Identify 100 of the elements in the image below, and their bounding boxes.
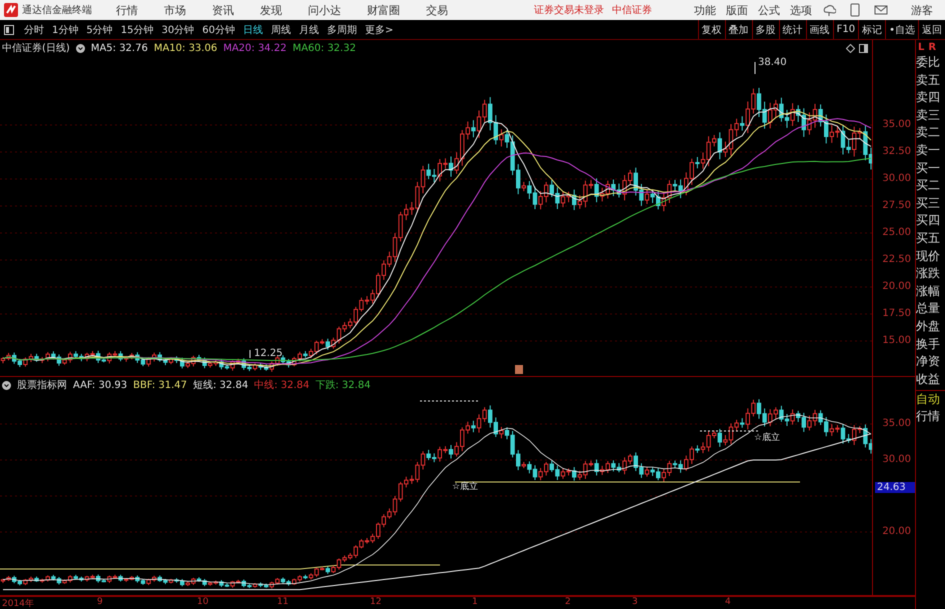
menu-item[interactable]: 交易: [426, 2, 448, 18]
signal-label: ☆底立: [452, 480, 478, 494]
phone-icon[interactable]: [848, 3, 862, 17]
menu-item[interactable]: 资讯: [212, 2, 234, 18]
quote-label: 买四: [916, 212, 941, 230]
panel-toggle[interactable]: R: [928, 42, 936, 52]
period-tab[interactable]: 5分钟: [83, 22, 116, 36]
date-label: 11: [277, 597, 288, 608]
quote-label: 涨跌: [916, 265, 941, 282]
period-tab[interactable]: 分时: [21, 22, 47, 36]
indicator-value: MA10: 33.06: [154, 42, 218, 54]
quote-label: 外盘: [916, 318, 941, 335]
menu-item[interactable]: 公式: [758, 2, 780, 18]
quote-label: 卖二: [916, 124, 941, 142]
user-name[interactable]: 游客: [911, 2, 933, 18]
date-label: 12: [370, 597, 382, 608]
menu-item[interactable]: 行情: [116, 2, 138, 18]
quote-label: 卖三: [916, 106, 941, 124]
date-label: 4: [725, 597, 731, 608]
indicator-value: 中线: 32.84: [254, 378, 310, 392]
quote-label: 卖四: [916, 89, 941, 106]
leader-line: [754, 62, 756, 74]
axis-label: 17.50: [882, 308, 911, 319]
menu-item[interactable]: 财富圈: [367, 2, 400, 18]
level-line: [700, 430, 760, 432]
signal-label: ☆底立: [754, 432, 780, 444]
date-label: 1: [472, 597, 478, 608]
marker-icon[interactable]: [515, 365, 523, 374]
cloud-icon[interactable]: [822, 3, 836, 17]
app-title: 通达信金融终端: [22, 4, 92, 17]
indicator-value: MA20: 34.22: [223, 42, 287, 54]
axis-label: 20.00: [882, 526, 911, 538]
date-label: 2: [565, 597, 571, 608]
period-tab[interactable]: 15分钟: [118, 22, 156, 36]
panel-toggle[interactable]: L: [918, 42, 924, 52]
date-label: 2014年: [2, 598, 34, 609]
axis-label: 32.50: [882, 146, 911, 157]
chart-title: 中信证券(日线): [2, 42, 70, 55]
quote-label: 现价: [916, 248, 941, 265]
quote-label: 买五: [916, 230, 941, 247]
panel-tab[interactable]: 自动: [916, 391, 945, 408]
window-icon[interactable]: [4, 24, 14, 34]
menu-item[interactable]: 发现: [260, 2, 282, 18]
period-tab[interactable]: 更多>: [362, 22, 396, 36]
axis-label: 30.00: [882, 173, 911, 184]
mail-icon[interactable]: [874, 3, 888, 17]
level-line: [420, 400, 480, 402]
indicator-value: AAF: 30.93: [73, 380, 128, 391]
quote-label: 买三: [916, 194, 941, 212]
axis-label: 15.00: [882, 335, 911, 346]
period-tab[interactable]: 多周期: [324, 22, 360, 36]
quote-label: 卖五: [916, 72, 941, 89]
axis-label: 25.00: [882, 227, 911, 238]
indicator-value: BBF: 31.47: [133, 380, 187, 391]
menu-item[interactable]: 选项: [790, 2, 812, 18]
chart-title: 股票指标网: [17, 378, 67, 392]
price-annotation: 12.25: [254, 348, 283, 359]
indicator-value: 短线: 32.84: [193, 378, 248, 392]
period-tab[interactable]: 周线: [268, 22, 294, 36]
quote-label: 买二: [916, 177, 941, 194]
indicator-value: MA60: 32.32: [292, 42, 356, 54]
date-label: 10: [197, 597, 208, 608]
quote-label: 净资: [916, 353, 941, 370]
menu-item[interactable]: 市场: [164, 2, 186, 18]
price-annotation: 38.40: [758, 57, 787, 68]
panel-icon[interactable]: [859, 44, 868, 53]
menu-item[interactable]: 版面: [726, 2, 748, 18]
indicator-value: MA5: 32.76: [90, 42, 148, 54]
axis-label: 27.50: [882, 200, 911, 211]
logo-icon: [4, 3, 18, 17]
date-label: 9: [97, 597, 103, 608]
axis-label: 35.00: [882, 418, 911, 430]
login-status[interactable]: 证券交易未登录: [534, 3, 604, 17]
current-value: 24.63: [875, 482, 915, 494]
quote-label: 换手: [916, 336, 941, 352]
period-tab[interactable]: 60分钟: [199, 22, 238, 36]
indicator-value: 下跌: 32.84: [315, 378, 371, 392]
axis-label: 22.50: [882, 254, 911, 265]
quote-label: 涨幅: [916, 282, 941, 300]
period-tab[interactable]: 1分钟: [49, 22, 82, 36]
axis-label: 20.00: [882, 281, 911, 292]
period-tab[interactable]: 30分钟: [158, 22, 198, 36]
quote-label: 收益: [916, 370, 941, 388]
broker-name: 中信证券: [612, 4, 652, 17]
period-tab[interactable]: 月线: [296, 22, 322, 36]
quote-label: 买一: [916, 160, 941, 177]
settings-icon[interactable]: [2, 380, 11, 390]
axis-label: 35.00: [882, 119, 911, 130]
menu-item[interactable]: 问小达: [308, 2, 341, 18]
quote-label: 总量: [916, 300, 941, 318]
date-label: 3: [632, 597, 638, 608]
diamond-icon[interactable]: [846, 44, 855, 53]
quote-label: 卖一: [916, 142, 941, 159]
panel-tab[interactable]: 行情: [916, 408, 945, 426]
axis-label: 30.00: [882, 454, 911, 466]
menu-item[interactable]: 功能: [694, 2, 716, 18]
toolbar-button[interactable]: •自选: [885, 20, 918, 39]
period-tab[interactable]: 日线: [240, 22, 266, 36]
quote-label: 委比: [916, 54, 941, 71]
settings-icon[interactable]: [76, 44, 85, 52]
